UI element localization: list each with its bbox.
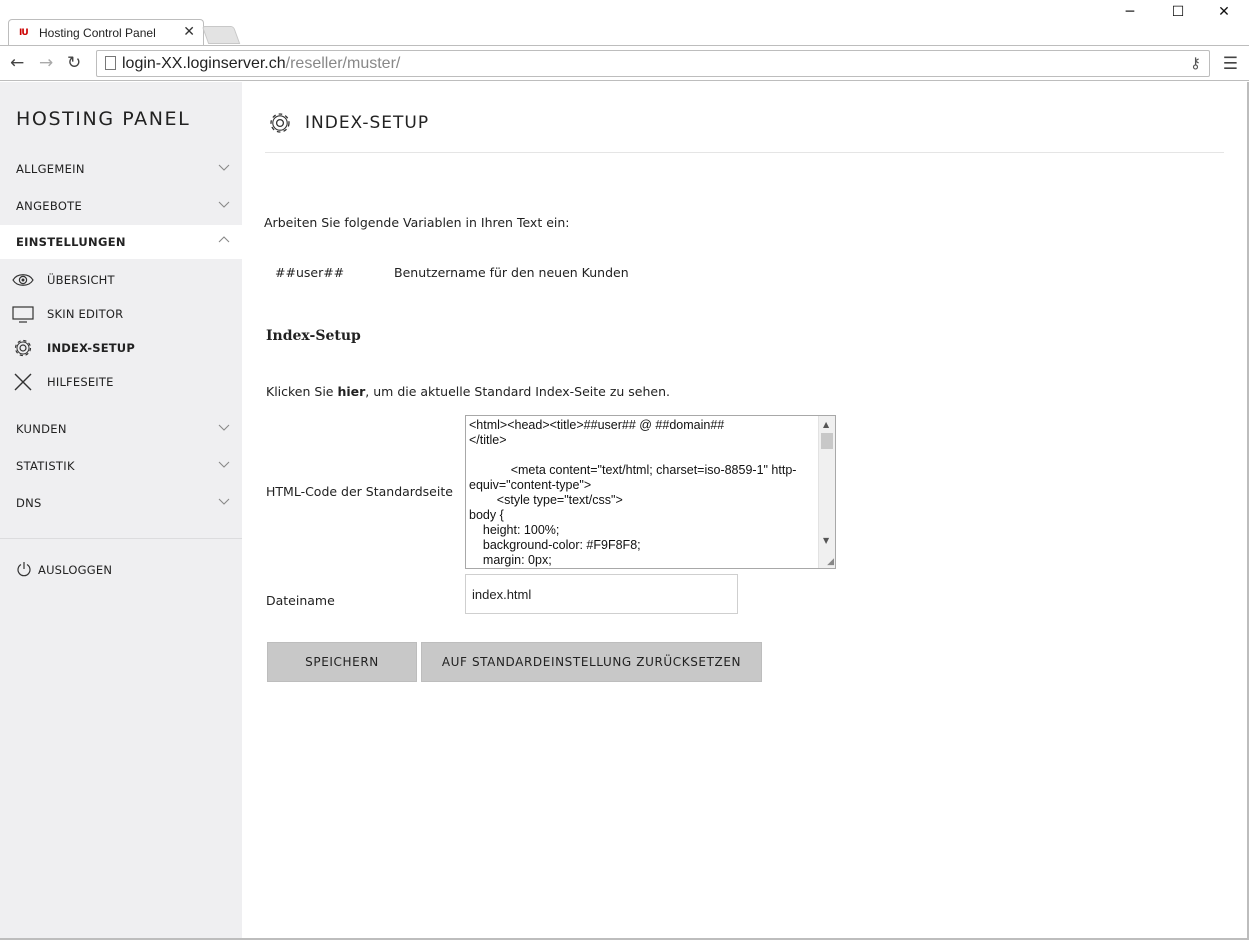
scroll-up-icon[interactable]: ▲: [823, 420, 829, 429]
sidebar-item-skin-editor[interactable]: SKIN EDITOR: [0, 297, 242, 331]
tab-title: Hosting Control Panel: [39, 26, 156, 40]
hint-suffix: , um die aktuelle Standard Index-Seite z…: [365, 384, 671, 399]
sidebar-item-label: INDEX-SETUP: [47, 341, 135, 355]
chevron-down-icon: [218, 201, 230, 208]
variable-code: ##user##: [275, 265, 345, 280]
hint-prefix: Klicken Sie: [266, 384, 338, 399]
url-path: /reseller/muster/: [285, 55, 401, 72]
html-code-label: HTML-Code der Standardseite: [266, 484, 453, 499]
brand-title: HOSTING PANEL: [16, 108, 191, 130]
sidebar-item-uebersicht[interactable]: ÜBERSICHT: [0, 263, 242, 297]
save-button[interactable]: SPEICHERN: [267, 642, 417, 682]
nav-section-label: KUNDEN: [16, 422, 67, 436]
sidebar-item-hilfeseite[interactable]: HILFESEITE: [0, 365, 242, 399]
sidebar: HOSTING PANEL ALLGEMEIN ANGEBOTE EINSTEL…: [0, 82, 242, 938]
scrollbar-thumb[interactable]: [821, 433, 833, 449]
browser-menu-icon[interactable]: ☰: [1223, 54, 1238, 74]
close-tab-icon[interactable]: ✕: [183, 24, 195, 40]
chevron-down-icon: [218, 164, 230, 171]
nav-section-label: ALLGEMEIN: [16, 162, 85, 176]
reload-icon[interactable]: ↻: [67, 53, 81, 73]
nav-section-label: ANGEBOTE: [16, 199, 83, 213]
nav-section-label: DNS: [16, 496, 42, 510]
monitor-icon: [12, 306, 34, 323]
nav-section-dns[interactable]: DNS: [0, 486, 242, 520]
gear-icon: [270, 113, 290, 133]
chevron-down-icon: [218, 461, 230, 468]
nav-section-einstellungen[interactable]: EINSTELLUNGEN: [0, 225, 242, 259]
html-code-textarea[interactable]: <html><head><title>##user## @ ##domain##…: [465, 415, 836, 569]
back-arrow-icon[interactable]: ←: [10, 53, 24, 73]
gear-icon: [14, 339, 32, 357]
browser-toolbar: ← → ↻ login-XX.loginserver.ch/reseller/m…: [0, 45, 1249, 81]
page-icon: [105, 56, 116, 70]
nav-section-allgemein[interactable]: ALLGEMEIN: [0, 152, 242, 186]
new-tab-button[interactable]: [201, 26, 241, 44]
filename-label: Dateiname: [266, 593, 335, 608]
filename-input[interactable]: [465, 574, 738, 614]
variable-description: Benutzername für den neuen Kunden: [394, 265, 629, 280]
view-default-hint: Klicken Sie hier, um die aktuelle Standa…: [266, 384, 670, 399]
variables-intro: Arbeiten Sie folgende Variablen in Ihren…: [264, 215, 570, 230]
logout-label: AUSLOGGEN: [38, 563, 113, 577]
browser-titlebar: IU Hosting Control Panel ✕ ─ ☐ ✕: [0, 0, 1249, 46]
nav-section-kunden[interactable]: KUNDEN: [0, 412, 242, 446]
close-window-icon[interactable]: ✕: [1201, 4, 1247, 26]
sidebar-divider: [0, 538, 242, 539]
page-title: INDEX-SETUP: [305, 113, 430, 133]
default-page-link[interactable]: hier: [337, 384, 365, 399]
minimize-icon[interactable]: ─: [1107, 4, 1153, 26]
sidebar-item-index-setup[interactable]: INDEX-SETUP: [0, 331, 242, 365]
nav-section-label: EINSTELLUNGEN: [16, 235, 126, 249]
chevron-up-icon: [218, 236, 230, 243]
maximize-icon[interactable]: ☐: [1155, 4, 1201, 26]
address-bar[interactable]: login-XX.loginserver.ch/reseller/muster/…: [96, 50, 1210, 77]
sidebar-item-label: HILFESEITE: [47, 375, 114, 389]
cross-icon: [14, 373, 32, 391]
textarea-scrollbar[interactable]: ▲ ▼: [818, 416, 835, 568]
eye-icon: [12, 274, 34, 286]
header-divider: [265, 152, 1224, 153]
browser-tab[interactable]: IU Hosting Control Panel ✕: [8, 19, 204, 46]
nav-section-label: STATISTIK: [16, 459, 75, 473]
forward-arrow-icon[interactable]: →: [39, 53, 53, 73]
key-icon[interactable]: ⚷: [1190, 54, 1201, 72]
sidebar-item-label: ÜBERSICHT: [47, 273, 115, 287]
url-text[interactable]: login-XX.loginserver.ch/reseller/muster/: [122, 55, 400, 73]
main-content: INDEX-SETUP Arbeiten Sie folgende Variab…: [242, 82, 1247, 938]
html-code-content[interactable]: <html><head><title>##user## @ ##domain##…: [469, 418, 817, 568]
logout-button[interactable]: AUSLOGGEN: [0, 558, 242, 582]
chevron-down-icon: [218, 498, 230, 505]
resize-grip-icon[interactable]: ◢: [827, 557, 834, 567]
scroll-down-icon[interactable]: ▼: [823, 536, 829, 545]
nav-section-angebote[interactable]: ANGEBOTE: [0, 189, 242, 223]
url-host: login-XX.loginserver.ch: [122, 55, 286, 72]
section-title: Index-Setup: [266, 328, 361, 344]
power-icon: [17, 562, 31, 577]
chevron-down-icon: [218, 424, 230, 431]
favicon-icon: IU: [19, 28, 29, 38]
sidebar-item-label: SKIN EDITOR: [47, 307, 124, 321]
reset-default-button[interactable]: AUF STANDARDEINSTELLUNG ZURÜCKSETZEN: [421, 642, 762, 682]
nav-section-statistik[interactable]: STATISTIK: [0, 449, 242, 483]
